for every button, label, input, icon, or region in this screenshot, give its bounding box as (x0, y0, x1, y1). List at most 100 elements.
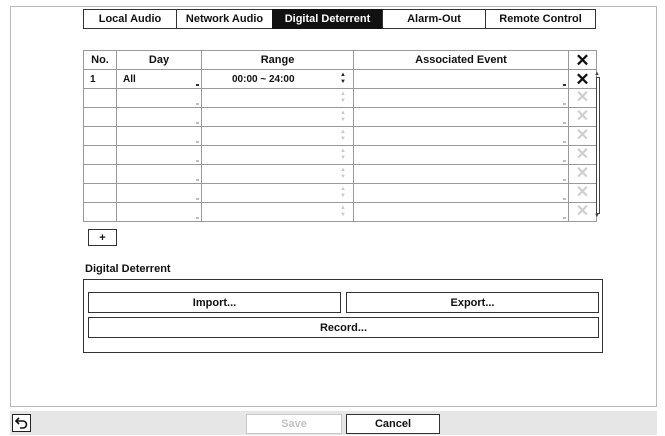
dropdown-icon (563, 179, 566, 181)
close-icon: ✕ (575, 203, 590, 220)
spinner-icon[interactable]: ▲ ▼ (340, 167, 346, 181)
associated-event-select[interactable] (353, 183, 569, 203)
dropdown-icon (563, 122, 566, 124)
record-button[interactable]: Record... (88, 317, 599, 338)
dropdown-icon (196, 217, 199, 219)
row-number (83, 202, 117, 222)
dropdown-icon (563, 217, 566, 219)
header-associated-event: Associated Event (353, 50, 569, 70)
row-number (83, 126, 117, 146)
delete-row-button[interactable]: ✕ (568, 107, 597, 127)
day-select[interactable] (116, 126, 202, 146)
table-row: 1 All 00:00 ~ 24:00 ▲ ▼ ✕ (83, 69, 597, 89)
table-row: ▲ ▼ ✕ (83, 183, 597, 203)
dropdown-icon (563, 160, 566, 162)
range-spinner[interactable]: ▲ ▼ (201, 107, 354, 127)
tab-alarm-out[interactable]: Alarm-Out (382, 9, 486, 29)
schedule-table: No. Day Range Associated Event ✕ 1 All 0… (83, 50, 597, 222)
range-spinner[interactable]: ▲ ▼ (201, 88, 354, 108)
table-row: ▲ ▼ ✕ (83, 164, 597, 184)
import-button[interactable]: Import... (88, 292, 341, 313)
table-scrollbar[interactable]: ▲ ▼ (594, 71, 602, 219)
dropdown-icon (196, 198, 199, 200)
range-spinner[interactable]: ▲ ▼ (201, 183, 354, 203)
close-icon: ✕ (575, 184, 590, 201)
dropdown-icon (563, 103, 566, 105)
associated-event-select[interactable] (353, 202, 569, 222)
delete-row-button[interactable]: ✕ (568, 88, 597, 108)
scroll-down-icon[interactable]: ▼ (594, 213, 600, 219)
save-button: Save (246, 414, 342, 434)
row-number (83, 88, 117, 108)
day-select[interactable] (116, 164, 202, 184)
close-icon: ✕ (575, 127, 590, 144)
export-button[interactable]: Export... (346, 292, 599, 313)
row-number (83, 107, 117, 127)
row-number (83, 145, 117, 165)
close-icon: ✕ (575, 108, 590, 125)
row-number (83, 164, 117, 184)
cancel-button[interactable]: Cancel (346, 414, 440, 434)
associated-event-select[interactable] (353, 164, 569, 184)
digital-deterrent-box: Import... Export... Record... (83, 279, 603, 353)
back-button[interactable] (12, 414, 31, 432)
row-number: 1 (83, 69, 117, 89)
spinner-icon[interactable]: ▲ ▼ (340, 110, 346, 124)
range-spinner[interactable]: ▲ ▼ (201, 126, 354, 146)
day-select[interactable] (116, 202, 202, 222)
associated-event-select[interactable] (353, 88, 569, 108)
spinner-icon[interactable]: ▲ ▼ (340, 129, 346, 143)
back-arrow-icon (15, 417, 28, 429)
associated-event-select[interactable] (353, 69, 569, 89)
day-select[interactable] (116, 88, 202, 108)
spinner-icon[interactable]: ▲ ▼ (340, 186, 346, 200)
table-row: ▲ ▼ ✕ (83, 126, 597, 146)
delete-all-button[interactable]: ✕ (568, 50, 597, 70)
associated-event-select[interactable] (353, 107, 569, 127)
header-no: No. (83, 50, 117, 70)
close-icon: ✕ (575, 146, 590, 163)
close-icon: ✕ (575, 165, 590, 182)
spinner-icon[interactable]: ▲ ▼ (340, 205, 346, 219)
spinner-icon[interactable]: ▲ ▼ (340, 148, 346, 162)
close-icon: ✕ (575, 69, 590, 89)
row-number (83, 183, 117, 203)
dropdown-icon (196, 84, 199, 86)
delete-row-button[interactable]: ✕ (568, 126, 597, 146)
delete-row-button[interactable]: ✕ (568, 145, 597, 165)
delete-row-button[interactable]: ✕ (568, 202, 597, 222)
tab-network-audio[interactable]: Network Audio (176, 9, 273, 29)
header-day: Day (116, 50, 202, 70)
scroll-track[interactable] (596, 77, 600, 214)
associated-event-select[interactable] (353, 126, 569, 146)
section-title: Digital Deterrent (85, 263, 171, 275)
add-row-button[interactable]: + (88, 229, 117, 246)
range-spinner[interactable]: ▲ ▼ (201, 164, 354, 184)
day-select[interactable] (116, 107, 202, 127)
tab-local-audio[interactable]: Local Audio (83, 9, 177, 29)
day-select[interactable] (116, 183, 202, 203)
spinner-icon[interactable]: ▲ ▼ (340, 72, 346, 86)
dropdown-icon (563, 141, 566, 143)
day-select[interactable]: All (116, 69, 202, 89)
range-spinner[interactable]: 00:00 ~ 24:00 ▲ ▼ (201, 69, 354, 89)
dropdown-icon (196, 103, 199, 105)
tab-digital-deterrent[interactable]: Digital Deterrent (272, 9, 383, 29)
associated-event-select[interactable] (353, 145, 569, 165)
range-spinner[interactable]: ▲ ▼ (201, 202, 354, 222)
delete-row-button[interactable]: ✕ (568, 69, 597, 89)
close-icon: ✕ (575, 50, 590, 70)
dropdown-icon (563, 198, 566, 200)
table-row: ▲ ▼ ✕ (83, 145, 597, 165)
table-row: ▲ ▼ ✕ (83, 88, 597, 108)
dropdown-icon (196, 141, 199, 143)
tab-remote-control[interactable]: Remote Control (485, 9, 596, 29)
header-range: Range (201, 50, 354, 70)
table-header: No. Day Range Associated Event ✕ (83, 50, 597, 70)
spinner-icon[interactable]: ▲ ▼ (340, 91, 346, 105)
dropdown-icon (563, 84, 566, 86)
delete-row-button[interactable]: ✕ (568, 183, 597, 203)
range-spinner[interactable]: ▲ ▼ (201, 145, 354, 165)
delete-row-button[interactable]: ✕ (568, 164, 597, 184)
day-select[interactable] (116, 145, 202, 165)
